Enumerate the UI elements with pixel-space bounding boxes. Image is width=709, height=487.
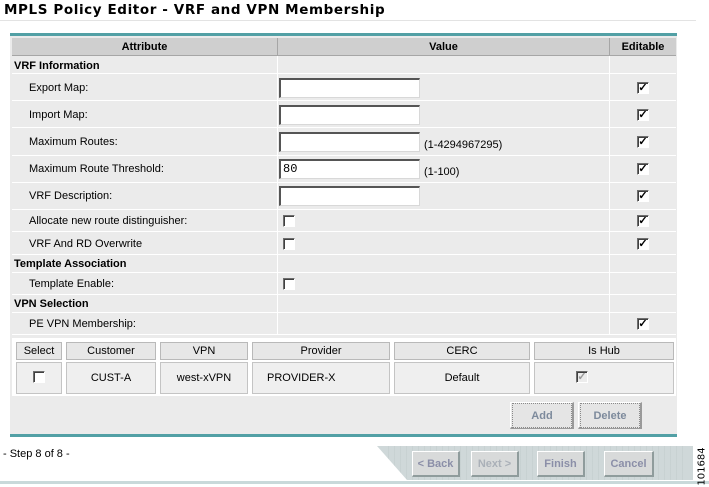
title-divider (0, 20, 696, 21)
allocate-rd-editable-checkbox[interactable]: ✓ (637, 215, 649, 227)
back-button[interactable]: < Back (412, 451, 460, 477)
table-row (12, 295, 676, 313)
maximum-routes-editable-checkbox[interactable]: ✓ (637, 136, 649, 148)
section-vrf-information: VRF Information (14, 60, 100, 72)
cancel-button[interactable]: Cancel (604, 451, 654, 477)
vpn-row-customer: CUST-A (66, 362, 156, 394)
export-map-label: Export Map: (29, 82, 89, 94)
vpn-row-is-hub-cell (534, 362, 674, 394)
max-route-threshold-range-hint: (1-100) (424, 166, 460, 178)
template-enable-label: Template Enable: (29, 278, 114, 290)
vpn-col-customer: Customer (66, 342, 156, 360)
figure-id: 101684 (696, 446, 708, 486)
vpn-col-vpn: VPN (160, 342, 248, 360)
vrf-rd-overwrite-editable-checkbox[interactable]: ✓ (637, 238, 649, 250)
import-map-input[interactable] (279, 105, 420, 125)
max-route-threshold-label: Maximum Route Threshold: (29, 163, 164, 175)
vpn-row-cerc: Default (394, 362, 530, 394)
add-button[interactable]: Add (512, 403, 572, 428)
pe-vpn-membership-editable-checkbox[interactable]: ✓ (637, 318, 649, 330)
vpn-col-select: Select (16, 342, 62, 360)
page-title: MPLS Policy Editor - VRF and VPN Members… (4, 2, 386, 18)
delete-button[interactable]: Delete (580, 403, 640, 428)
import-map-editable-checkbox[interactable]: ✓ (637, 109, 649, 121)
max-route-threshold-editable-checkbox[interactable]: ✓ (637, 163, 649, 175)
footer-divider (0, 481, 709, 484)
column-header-attribute: Attribute (12, 38, 278, 56)
table-row (12, 56, 676, 74)
vrf-rd-overwrite-checkbox[interactable] (283, 238, 295, 250)
vpn-row-is-hub-checkbox: ✓ (576, 371, 588, 383)
finish-button[interactable]: Finish (537, 451, 585, 477)
vpn-row-select-checkbox[interactable] (33, 371, 45, 383)
vpn-col-is-hub: Is Hub (534, 342, 674, 360)
vrf-description-input[interactable] (279, 186, 420, 206)
wizard-step-indicator: - Step 8 of 8 - (3, 448, 70, 460)
figure-id-text: 101684 (696, 446, 708, 486)
vpn-col-provider: Provider (252, 342, 390, 360)
export-map-input[interactable] (279, 78, 420, 98)
column-header-editable: Editable (610, 38, 676, 56)
allocate-rd-label: Allocate new route distinguisher: (29, 215, 188, 227)
maximum-routes-label: Maximum Routes: (29, 136, 118, 148)
vpn-col-cerc: CERC (394, 342, 530, 360)
column-header-value: Value (278, 38, 610, 56)
vrf-description-label: VRF Description: (29, 190, 113, 202)
maximum-routes-input[interactable] (279, 132, 420, 152)
vpn-row-vpn: west-xVPN (160, 362, 248, 394)
max-route-threshold-input[interactable]: 80 (279, 159, 420, 179)
allocate-rd-checkbox[interactable] (283, 215, 295, 227)
vpn-row-provider: PROVIDER-X (252, 362, 390, 394)
section-vpn-selection: VPN Selection (14, 298, 89, 310)
next-button[interactable]: Next > (471, 451, 519, 477)
panel-bottom-border (10, 434, 677, 437)
import-map-label: Import Map: (29, 109, 88, 121)
vrf-rd-overwrite-label: VRF And RD Overwrite (29, 238, 143, 250)
template-enable-checkbox[interactable] (283, 278, 295, 290)
vrf-description-editable-checkbox[interactable]: ✓ (637, 190, 649, 202)
maximum-routes-range-hint: (1-4294967295) (424, 139, 503, 151)
export-map-editable-checkbox[interactable]: ✓ (637, 82, 649, 94)
section-template-association: Template Association (14, 258, 127, 270)
pe-vpn-membership-label: PE VPN Membership: (29, 318, 136, 330)
